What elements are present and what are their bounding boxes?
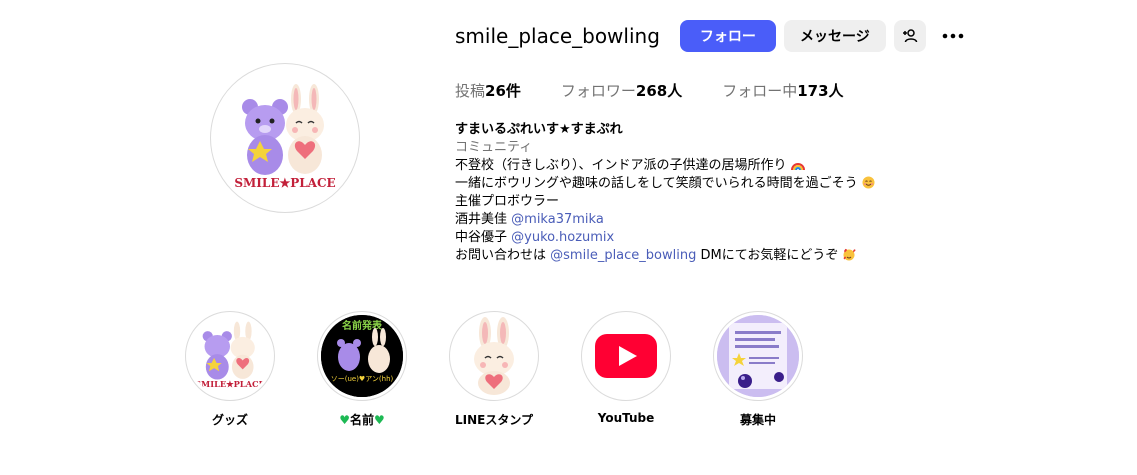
bear-bunny-logo-icon: SMILE★PLACE — [234, 84, 336, 190]
profile-bio: すまいるぷれいす★すまぷれ コミュニティ 不登校（行きしぶり）、インドア派の子供… — [455, 121, 875, 265]
smiling-face-icon — [862, 176, 875, 189]
smiling-face-hearts-icon — [843, 248, 856, 261]
username: smile_place_bowling — [455, 24, 660, 48]
profile-avatar[interactable]: SMILE★PLACE — [210, 63, 360, 213]
profile-category: コミュニティ — [455, 140, 533, 155]
bio-line: 酒井美佳 @mika37mika — [455, 212, 604, 227]
highlight-recruiting[interactable]: 募集中 — [713, 311, 803, 428]
highlight-name[interactable]: 名前発表 ソー(ue)♥アン(hh) ♥名前♥ — [317, 311, 407, 428]
posts-stat: 投稿26件 — [455, 82, 521, 100]
profile-stats: 投稿26件 フォロワー268人 フォロー中173人 — [455, 80, 884, 101]
more-options-button[interactable] — [938, 20, 968, 52]
more-horizontal-icon — [942, 33, 964, 39]
suggest-user-button[interactable] — [893, 20, 926, 52]
svg-text:ソー(ue)♥アン(hh): ソー(ue)♥アン(hh) — [331, 375, 394, 383]
youtube-icon — [595, 334, 657, 378]
recruiting-flyer-image — [717, 315, 799, 397]
mention-link[interactable]: @mika37mika — [511, 212, 604, 227]
follow-button[interactable]: フォロー — [679, 20, 776, 52]
bio-line: 一緒にボウリングや趣味の話しをして笑顔でいられる時間を過ごそう — [455, 175, 875, 193]
profile-page: SMILE★PLACE smile_place_bowling フォロー メッセ… — [0, 0, 1137, 475]
highlight-label: グッズ — [211, 413, 248, 427]
mention-link[interactable]: @smile_place_bowling — [550, 248, 696, 263]
profile-header: smile_place_bowling フォロー メッセージ — [455, 19, 968, 53]
avatar-brand-text: SMILE★PLACE — [234, 176, 335, 190]
message-button[interactable]: メッセージ — [783, 20, 886, 52]
bunny-icon — [474, 317, 514, 395]
green-heart-icon: ♥ — [339, 413, 350, 427]
highlight-goods[interactable]: SMILE★PLACE グッズ — [185, 311, 275, 428]
highlight-label: LINEスタンプ — [455, 413, 533, 427]
display-name: すまいるぷれいす★すまぷれ — [455, 122, 623, 137]
name-announcement-image: 名前発表 ソー(ue)♥アン(hh) — [321, 315, 403, 397]
following-stat[interactable]: フォロー中173人 — [722, 80, 843, 101]
bio-line: 不登校（行きしぶり）、インドア派の子供達の居場所作り — [455, 157, 875, 175]
bio-line: 中谷優子 @yuko.hozumix — [455, 230, 615, 245]
followers-stat[interactable]: フォロワー268人 — [561, 80, 682, 101]
highlight-label: YouTube — [597, 411, 655, 425]
bear-bunny-logo-icon: SMILE★PLACE — [195, 321, 265, 389]
highlight-label: ♥名前♥ — [339, 413, 385, 427]
bio-line: 主催プロボウラー — [455, 194, 560, 209]
rainbow-icon — [790, 163, 805, 171]
highlight-label: 募集中 — [739, 413, 776, 427]
person-plus-icon — [902, 29, 918, 43]
green-heart-icon: ♥ — [374, 413, 385, 427]
svg-text:SMILE★PLACE: SMILE★PLACE — [195, 379, 265, 389]
mention-link[interactable]: @yuko.hozumix — [511, 230, 614, 245]
bio-line: お問い合わせは @smile_place_bowling DMにてお気軽にどうぞ — [455, 247, 875, 265]
highlight-youtube[interactable]: YouTube — [581, 311, 671, 425]
highlight-line-stamp[interactable]: LINEスタンプ — [449, 311, 539, 428]
